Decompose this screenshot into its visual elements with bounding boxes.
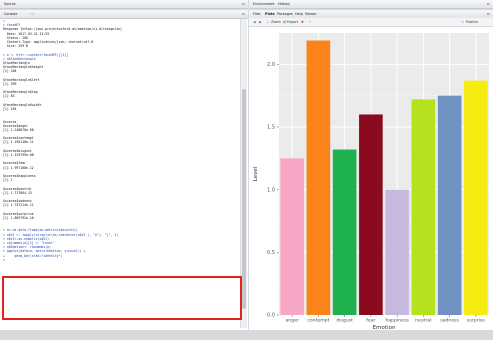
maximize-icon[interactable]: ▭ <box>242 2 245 6</box>
environment-pane: Environment History ▭ <box>249 0 493 9</box>
minimize-maximize-icon[interactable]: ▭ <box>487 12 490 16</box>
x-tick-label-sadness: sadness <box>440 318 459 324</box>
plots-toolbar: ◀ ▶ ⌕ Zoom ▤ Export ✖ ⚡ ↻ Publish <box>249 18 493 27</box>
minimize-maximize-icon[interactable]: ▭ <box>242 12 245 16</box>
environment-pane-header: Environment History ▭ <box>249 0 493 9</box>
source-pane-title: Source <box>4 2 16 6</box>
console-tab[interactable]: Console <box>4 12 17 16</box>
bar-contempt <box>306 40 331 316</box>
console-scroll-thumb[interactable] <box>242 89 246 309</box>
plots-pane: Files Plots Packages Help Viewer ▭ ◀ ▶ ⌕… <box>249 10 493 331</box>
maximize-icon[interactable]: ▭ <box>487 2 490 6</box>
console-pane: Console ~/ ▭ > > faceAPI Response [https:… <box>0 10 248 330</box>
zoom-icon[interactable]: ⌕ <box>267 20 269 24</box>
broom-icon[interactable]: ⚡ <box>309 20 311 24</box>
export-icon[interactable]: ▤ <box>283 20 286 24</box>
tab-history[interactable]: History <box>278 2 290 6</box>
y-tick-label: 0.5 <box>267 250 275 256</box>
x-tick-label-neutral: neutral <box>415 318 431 324</box>
highlight-box <box>2 276 242 320</box>
x-tick-label-surprise: surprise <box>467 318 486 324</box>
x-tick-label-disgust: disgust <box>336 318 353 324</box>
console-command-line: > <box>3 257 5 262</box>
publish-icon[interactable]: ↻ <box>461 20 464 24</box>
tab-environment[interactable]: Environment <box>253 2 275 6</box>
x-tick-label-happiness: happiness <box>385 318 409 324</box>
tab-help[interactable]: Help <box>295 12 303 16</box>
bar-anger <box>280 158 304 315</box>
console-path[interactable]: ~/ <box>30 12 34 16</box>
y-tick-label: 2.0 <box>267 62 275 68</box>
y-axis-label: Level <box>253 166 259 181</box>
tab-packages[interactable]: Packages <box>277 12 293 16</box>
bar-surprise <box>464 80 488 315</box>
x-axis-label: Emotion <box>372 325 396 331</box>
y-tick-label: 1.0 <box>267 187 275 193</box>
source-pane-header[interactable]: Source ▭ <box>0 0 248 9</box>
bar-sadness <box>437 95 462 316</box>
x-tick-label-anger: anger <box>285 318 298 324</box>
back-arrow-icon[interactable]: ◀ <box>253 20 256 24</box>
remove-plot-icon[interactable]: ✖ <box>301 20 304 24</box>
x-tick-label-fear: fear <box>366 318 375 324</box>
zoom-button[interactable]: Zoom <box>271 20 281 24</box>
tab-plots[interactable]: Plots <box>265 12 275 16</box>
bar-disgust <box>332 149 357 315</box>
forward-arrow-icon[interactable]: ▶ <box>259 20 262 24</box>
ggplot-bar-chart: 0.0 0.5 1.0 1.5 2.0 anger contempt disgust fear h… <box>249 27 493 331</box>
export-button[interactable]: Export <box>287 20 298 24</box>
tab-viewer[interactable]: Viewer <box>305 12 317 16</box>
console-pane-header: Console ~/ ▭ <box>0 10 248 19</box>
publish-button[interactable]: Publish <box>466 20 478 24</box>
bar-fear <box>359 114 383 315</box>
bar-happiness <box>385 189 409 315</box>
tab-files[interactable]: Files <box>253 12 260 16</box>
source-pane: Source ▭ <box>0 0 248 9</box>
y-tick-label: 0.0 <box>267 313 275 319</box>
y-tick-label: 1.5 <box>267 125 275 131</box>
x-tick-label-contempt: contempt <box>307 318 329 324</box>
bar-neutral <box>411 99 436 315</box>
